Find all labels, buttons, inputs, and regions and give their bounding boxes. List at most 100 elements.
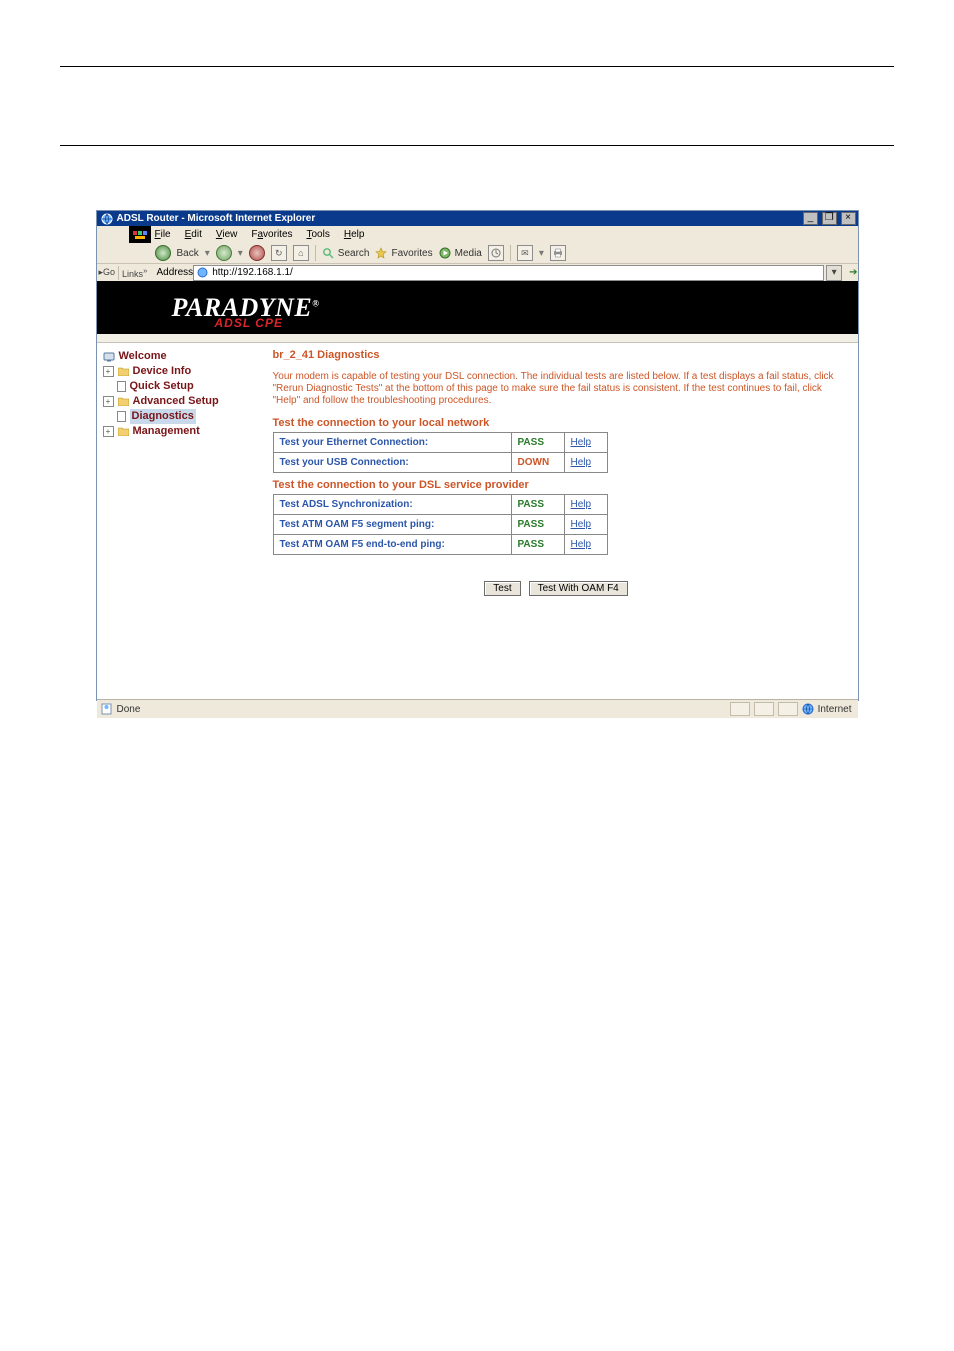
help-link[interactable]: Help [571, 519, 592, 530]
status-segment [754, 702, 774, 716]
test-status: PASS [511, 433, 564, 453]
logo-subtext: ADSL CPE [215, 316, 283, 330]
test-status: DOWN [511, 453, 564, 473]
nav-diagnostics[interactable]: Diagnostics [101, 409, 261, 424]
ie-page-icon [101, 703, 113, 715]
menu-view[interactable]: View [216, 229, 238, 240]
folder-icon [118, 367, 129, 376]
document-icon [117, 411, 126, 422]
media-button[interactable]: Media [439, 247, 482, 259]
table-row: Test ADSL Synchronization:PASSHelp [273, 495, 607, 515]
test-status: PASS [511, 535, 564, 555]
table-row: Test ATM OAM F5 segment ping:PASS Help [273, 515, 607, 535]
content-area: br_2_41 Diagnostics Your modem is capabl… [265, 343, 858, 699]
go-arrow-icon[interactable]: ➔ [849, 267, 857, 278]
mail-icon[interactable]: ✉ [517, 245, 533, 261]
test-f4-button[interactable]: Test With OAM F4 [529, 581, 628, 596]
stop-icon[interactable] [249, 245, 265, 261]
test-help-cell: Help [564, 515, 607, 535]
diagnostics-table-dsl: Test ADSL Synchronization:PASSHelpTest A… [273, 494, 608, 555]
table-row: Test your Ethernet Connection:PASS Help [273, 433, 607, 453]
status-zone: Internet [818, 704, 852, 715]
ie-page-icon [197, 267, 208, 278]
go-button[interactable]: ▸Go [99, 267, 116, 278]
test-label: Test your USB Connection: [273, 453, 511, 473]
search-icon [322, 247, 334, 259]
minimize-button[interactable]: _ [803, 212, 818, 225]
section-rule [60, 145, 894, 146]
address-label: Address [157, 267, 194, 278]
throbber-icon [129, 226, 151, 243]
toolbar: Back ▾ ▾ ↻ ⌂ Search Favorites Media ✉ ▾ [97, 243, 858, 263]
address-dropdown-icon[interactable]: ▾ [826, 265, 842, 281]
test-label: Test your Ethernet Connection: [273, 433, 511, 453]
status-segment [778, 702, 798, 716]
print-icon[interactable] [550, 245, 566, 261]
forward-icon[interactable] [216, 245, 232, 261]
section2-heading: Test the connection to your DSL service … [273, 479, 840, 491]
nav-tree: Welcome + Device Info Quick Setup + Adva… [97, 343, 265, 699]
test-button[interactable]: Test [484, 581, 520, 596]
menu-help[interactable]: Help [344, 229, 365, 240]
table-row: Test ATM OAM F5 end-to-end ping:PASS Help [273, 535, 607, 555]
nav-management[interactable]: + Management [101, 424, 261, 439]
history-icon[interactable] [488, 245, 504, 261]
expand-icon[interactable]: + [103, 366, 114, 377]
brand-banner: PARADYNE® ADSL CPE [97, 281, 858, 334]
window-titlebar: ADSL Router - Microsoft Internet Explore… [97, 211, 858, 226]
folder-icon [118, 397, 129, 406]
restore-button[interactable]: ❐ [822, 212, 837, 225]
menu-favorites[interactable]: Favorites [251, 229, 292, 240]
status-text: Done [117, 704, 141, 715]
test-help-cell: Help [564, 535, 607, 555]
screenshot-container: ADSL Router - Microsoft Internet Explore… [96, 210, 859, 701]
menu-file[interactable]: Filedocument.currentScript.previousEleme… [155, 229, 171, 240]
favorites-button[interactable]: Favorites [375, 247, 432, 259]
test-help-cell: Help [564, 453, 607, 473]
document-icon [117, 381, 126, 392]
header-rule [60, 66, 894, 67]
nav-quick-setup[interactable]: Quick Setup [101, 379, 261, 394]
help-link[interactable]: Help [571, 437, 592, 448]
table-row: Test your USB Connection:DOWN Help [273, 453, 607, 473]
welcome-icon [103, 352, 115, 362]
nav-advanced-setup[interactable]: + Advanced Setup [101, 394, 261, 409]
media-icon [439, 247, 451, 259]
test-status: PASS [511, 515, 564, 535]
ie-icon [101, 213, 113, 225]
back-icon[interactable] [155, 245, 171, 261]
content-heading: br_2_41 Diagnostics [273, 349, 840, 361]
star-icon [375, 247, 387, 259]
status-segment [730, 702, 750, 716]
address-bar: ▸Go Links» Address http://192.168.1.1/ ▾… [97, 263, 858, 281]
menubar: Filedocument.currentScript.previousEleme… [97, 226, 858, 243]
banner-divider [97, 334, 858, 343]
test-label: Test ATM OAM F5 end-to-end ping: [273, 535, 511, 555]
close-button[interactable]: × [841, 212, 856, 225]
refresh-icon[interactable]: ↻ [271, 245, 287, 261]
menu-tools[interactable]: Tools [307, 229, 330, 240]
back-label[interactable]: Back [177, 248, 199, 259]
search-button[interactable]: Search [322, 247, 370, 259]
home-icon[interactable]: ⌂ [293, 245, 309, 261]
menu-edit[interactable]: Edit [185, 229, 202, 240]
links-button[interactable]: Links» [122, 266, 147, 279]
address-input[interactable]: http://192.168.1.1/ [193, 265, 824, 281]
window-title: ADSL Router - Microsoft Internet Explore… [117, 213, 316, 224]
expand-icon[interactable]: + [103, 426, 114, 437]
test-label: Test ATM OAM F5 segment ping: [273, 515, 511, 535]
folder-icon [118, 427, 129, 436]
test-help-cell: Help [564, 433, 607, 453]
help-link[interactable]: Help [571, 539, 592, 550]
section1-heading: Test the connection to your local networ… [273, 417, 840, 429]
window-buttons: _ ❐ × [802, 212, 856, 225]
help-link[interactable]: Help [571, 499, 592, 510]
address-url: http://192.168.1.1/ [212, 267, 293, 278]
nav-device-info[interactable]: + Device Info [101, 364, 261, 379]
help-link[interactable]: Help [571, 457, 592, 468]
expand-icon[interactable]: + [103, 396, 114, 407]
diagnostics-table-local: Test your Ethernet Connection:PASSHelpTe… [273, 432, 608, 473]
internet-zone-icon [802, 703, 814, 715]
nav-welcome[interactable]: Welcome [101, 349, 261, 364]
test-help-cell: Help [564, 495, 607, 515]
